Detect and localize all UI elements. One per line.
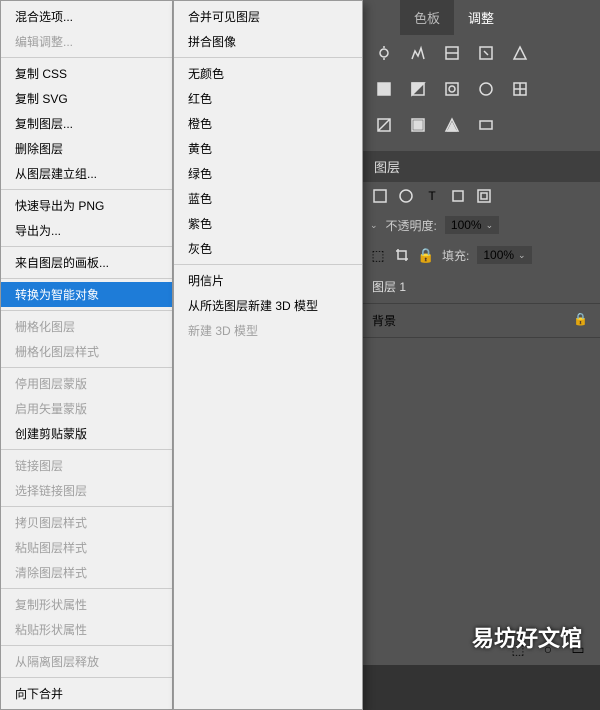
mi-link: 链接图层 [1,453,172,478]
gradient-icon[interactable] [444,81,460,97]
adjust-row-2 [360,71,600,107]
mi-purple[interactable]: 紫色 [174,211,362,236]
mi-enable-vmask: 启用矢量蒙版 [1,396,172,421]
crop-icon[interactable] [394,247,410,263]
mi-postcard[interactable]: 明信片 [174,268,362,293]
mi-blue[interactable]: 蓝色 [174,186,362,211]
context-menu-2: 合并可见图层拼合图像 无颜色 红色 橙色 黄色 绿色 蓝色 紫色 灰色 明信片 … [173,0,363,710]
adjust-row-3 [360,107,600,143]
right-panel: 色板 调整 图层 T ⌄ 不透明度: 100%⌄ [360,0,600,665]
mi-orange[interactable]: 橙色 [174,111,362,136]
grid-icon[interactable] [512,81,528,97]
context-menu-1: 混合选项...编辑调整... 复制 CSS复制 SVG复制图层...删除图层从图… [0,0,173,710]
mi-smart-object[interactable]: 转换为智能对象 [1,282,172,307]
lock-bg-icon: 🔒 [573,312,588,329]
fill-label: 填充: [442,247,469,264]
mi-group[interactable]: 从图层建立组... [1,161,172,186]
filter-adjust-icon[interactable] [398,188,414,204]
mi-copy-style: 拷贝图层样式 [1,510,172,535]
mi-red[interactable]: 红色 [174,86,362,111]
opacity-label: 不透明度: [386,217,437,234]
mi-paste-style: 粘贴图层样式 [1,535,172,560]
mi-del-layer[interactable]: 删除图层 [1,136,172,161]
layer-bg-label: 背景 [372,312,396,329]
mi-copy-css[interactable]: 复制 CSS [1,61,172,86]
mi-3d-from-layer[interactable]: 从所选图层新建 3D 模型 [174,293,362,318]
half-icon[interactable] [410,81,426,97]
poster-icon[interactable] [410,117,426,133]
lock2-icon[interactable]: 🔒 [418,247,434,263]
mi-export-as[interactable]: 导出为... [1,218,172,243]
mi-artboard[interactable]: 来自图层的画板... [1,250,172,275]
fill-input[interactable]: 100%⌄ [477,246,531,264]
mi-blend-options[interactable]: 混合选项... [1,4,172,29]
layer-row-bg[interactable]: 背景 🔒 [360,304,600,338]
levels-icon[interactable] [410,45,426,61]
invert-icon[interactable] [376,117,392,133]
mi-export-png[interactable]: 快速导出为 PNG [1,193,172,218]
mi-raster: 栅格化图层 [1,314,172,339]
tab-adjustments[interactable]: 调整 [454,0,508,35]
mi-copy-shape: 复制形状属性 [1,592,172,617]
adjust-row-1 [360,35,600,71]
mi-sel-linked: 选择链接图层 [1,478,172,503]
mi-disable-mask: 停用图层蒙版 [1,371,172,396]
mi-raster-style: 栅格化图层样式 [1,339,172,364]
exposure-icon[interactable] [478,45,494,61]
tab-swatches[interactable]: 色板 [400,0,454,35]
mi-new-3d: 新建 3D 模型 [174,318,362,343]
brightness-icon[interactable] [376,45,392,61]
filter-image-icon[interactable] [372,188,388,204]
mi-clear-style: 清除图层样式 [1,560,172,585]
mi-green[interactable]: 绿色 [174,161,362,186]
context-menus: 混合选项...编辑调整... 复制 CSS复制 SVG复制图层...删除图层从图… [0,0,363,710]
mi-clip-mask[interactable]: 创建剪贴蒙版 [1,421,172,446]
mi-merge-down[interactable]: 向下合并 [1,681,172,706]
mi-gray[interactable]: 灰色 [174,236,362,261]
mi-nocolor[interactable]: 无颜色 [174,61,362,86]
curves-icon[interactable] [444,45,460,61]
mi-dup-layer[interactable]: 复制图层... [1,111,172,136]
mi-edit-adjust: 编辑调整... [1,29,172,54]
fill-row: ⬚ 🔒 填充: 100%⌄ [360,240,600,270]
mi-release-iso: 从隔离图层释放 [1,649,172,674]
photo-icon[interactable] [478,81,494,97]
vibrance-icon[interactable] [512,45,528,61]
filter-shape-icon[interactable] [450,188,466,204]
layer-filter-row: T [360,182,600,210]
solid-icon[interactable] [376,81,392,97]
panel-tabs: 色板 调整 [360,0,600,35]
filter-smart-icon[interactable] [476,188,492,204]
blend-dropdown[interactable]: ⌄ [370,220,378,231]
mi-flatten[interactable]: 拼合图像 [174,29,362,54]
opacity-input[interactable]: 100%⌄ [445,216,499,234]
mi-yellow[interactable]: 黄色 [174,136,362,161]
filter-text-icon[interactable]: T [424,188,440,204]
watermark-text: 易坊好文馆 [472,621,582,653]
map-icon[interactable] [478,117,494,133]
thresh-icon[interactable] [444,117,460,133]
layer-row-1[interactable]: 图层 1 [360,270,600,304]
mi-copy-svg[interactable]: 复制 SVG [1,86,172,111]
lock-icon[interactable]: ⬚ [370,247,386,263]
mi-paste-shape: 粘贴形状属性 [1,617,172,642]
mi-merge-visible[interactable]: 合并可见图层 [174,4,362,29]
layers-panel-title[interactable]: 图层 [360,151,600,182]
opacity-row: ⌄ 不透明度: 100%⌄ [360,210,600,240]
